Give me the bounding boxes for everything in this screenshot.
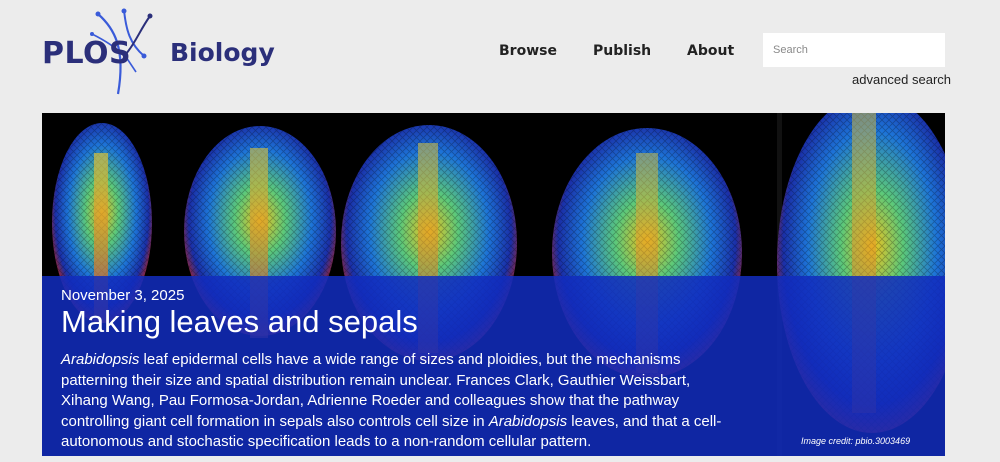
featured-date: November 3, 2025 <box>61 287 185 304</box>
advanced-search-link[interactable]: advanced search <box>852 72 951 87</box>
desc-italic-1: Arabidopsis <box>61 351 140 368</box>
nav-about[interactable]: About <box>687 43 734 59</box>
logo-plos-text: PLOS <box>42 36 132 71</box>
nav-browse[interactable]: Browse <box>499 43 557 59</box>
search-input[interactable] <box>763 33 945 67</box>
desc-italic-2: Arabidopsis <box>488 412 568 430</box>
featured-article-banner[interactable]: November 3, 2025 Making leaves and sepal… <box>42 113 945 456</box>
featured-title[interactable]: Making leaves and sepals <box>61 304 418 340</box>
image-credit: Image credit: pbio.3003469 <box>801 436 911 446</box>
logo-journal-text: Biology <box>170 38 275 67</box>
plos-biology-logo[interactable]: PLOS Biology <box>40 8 280 100</box>
featured-description: Arabidopsis leaf epidermal cells have a … <box>61 350 731 453</box>
nav-publish[interactable]: Publish <box>593 43 651 59</box>
